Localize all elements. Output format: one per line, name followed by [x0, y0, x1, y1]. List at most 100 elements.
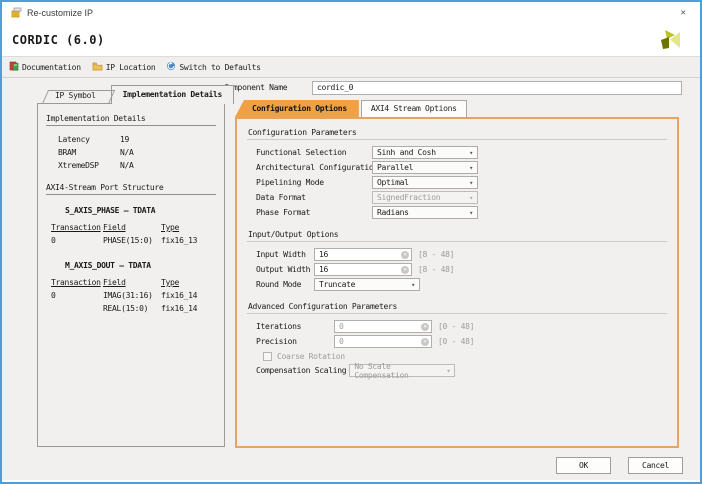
customization-area: Component Name Configuration Options AXI…	[224, 80, 682, 448]
main-area: IP Symbol Implementation Details Impleme…	[2, 78, 700, 480]
detail-label: Latency	[58, 135, 120, 144]
chevron-down-icon	[469, 193, 473, 202]
ip-block-icon	[11, 7, 22, 20]
table-cell: fix16_14	[161, 291, 223, 300]
round-mode-select[interactable]: Truncate	[314, 278, 420, 291]
cancel-button-label: Cancel	[642, 461, 669, 470]
table-cell: REAL(15:0)	[103, 304, 161, 313]
tab-ip-symbol-label: IP Symbol	[55, 91, 96, 100]
component-name-row: Component Name	[224, 80, 682, 95]
field-pipelining-mode: Pipelining Mode Optimal	[247, 175, 667, 190]
chevron-down-icon	[469, 163, 473, 172]
tab-ip-symbol[interactable]: IP Symbol	[40, 87, 111, 104]
detail-row-xtremedsp: XtremeDSP N/A	[38, 159, 224, 172]
iterations-range: [0 - 48]	[438, 322, 474, 331]
coarse-rotation-checkbox	[263, 352, 272, 361]
ok-button-label: OK	[579, 461, 588, 470]
field-iterations: Iterations [0 - 48]	[247, 319, 667, 334]
s-axis-phase-table: Transaction Field Type 0 PHASE(15:0) fix…	[51, 223, 224, 245]
field-label: Functional Selection	[256, 148, 372, 157]
close-icon[interactable]	[675, 5, 691, 21]
coarse-rotation-label: Coarse Rotation	[277, 352, 345, 361]
phase-format-select[interactable]: Radians	[372, 206, 478, 219]
detail-row-bram: BRAM N/A	[38, 146, 224, 159]
ip-location-label: IP Location	[106, 63, 156, 72]
tab-axi4-stream-options[interactable]: AXI4 Stream Options	[361, 100, 467, 117]
table-cell: PHASE(15:0)	[103, 236, 161, 245]
table-cell: IMAG(31:16)	[103, 291, 161, 300]
m-axis-dout-table: Transaction Field Type 0 IMAG(31:16) fix…	[51, 278, 224, 313]
field-label: Phase Format	[256, 208, 372, 217]
select-value: Radians	[377, 208, 409, 217]
io-options-heading: Input/Output Options	[247, 227, 667, 242]
precision-range: [0 - 48]	[438, 337, 474, 346]
title-bar: Re-customize IP	[2, 2, 700, 24]
port-structure-heading: AXI4-Stream Port Structure	[46, 183, 216, 195]
ok-button[interactable]: OK	[556, 457, 611, 474]
clear-icon	[421, 323, 429, 331]
iterations-field-wrap	[334, 320, 432, 333]
advanced-parameters-heading: Advanced Configuration Parameters	[247, 299, 667, 314]
folder-icon	[92, 62, 103, 73]
functional-selection-select[interactable]: Sinh and Cosh	[372, 146, 478, 159]
page-title: CORDIC (6.0)	[12, 33, 105, 47]
table-cell: 0	[51, 236, 103, 245]
tab-axi4-stream-options-label: AXI4 Stream Options	[371, 104, 457, 113]
detail-label: XtremeDSP	[58, 161, 120, 170]
component-name-input[interactable]	[312, 81, 682, 95]
detail-value: 19	[120, 135, 129, 144]
input-width-field-wrap	[314, 248, 412, 261]
implementation-details-panel: Implementation Details Latency 19 BRAM N…	[37, 103, 225, 447]
toolbar: Documentation IP Location Switch to Defa…	[2, 56, 700, 78]
iterations-input	[339, 322, 421, 331]
window-title: Re-customize IP	[27, 8, 93, 18]
cancel-button[interactable]: Cancel	[628, 457, 683, 474]
precision-field-wrap	[334, 335, 432, 348]
column-header: Transaction	[51, 278, 103, 287]
recustomize-ip-dialog: Re-customize IP CORDIC (6.0) Documentati…	[0, 0, 702, 484]
tab-implementation-details[interactable]: Implementation Details	[111, 85, 234, 104]
detail-row-latency: Latency 19	[38, 133, 224, 146]
pipelining-mode-select[interactable]: Optimal	[372, 176, 478, 189]
field-compensation-scaling: Compensation Scaling No Scale Compensati…	[247, 363, 667, 378]
output-width-input[interactable]	[319, 265, 401, 274]
documentation-button[interactable]: Documentation	[9, 61, 81, 73]
column-header: Transaction	[51, 223, 103, 232]
input-width-input[interactable]	[319, 250, 401, 259]
architectural-configuration-select[interactable]: Parallel	[372, 161, 478, 174]
left-tab-bar: IP Symbol Implementation Details	[40, 83, 234, 104]
field-label: Round Mode	[256, 280, 314, 289]
field-precision: Precision [0 - 48]	[247, 334, 667, 349]
switch-to-defaults-button[interactable]: Switch to Defaults	[166, 61, 260, 73]
data-format-select: SignedFraction	[372, 191, 478, 204]
precision-input	[339, 337, 421, 346]
clear-icon[interactable]	[401, 266, 409, 274]
chevron-down-icon	[446, 366, 450, 375]
table-cell	[51, 304, 103, 313]
input-width-range: [8 - 48]	[418, 250, 454, 259]
compensation-scaling-select: No Scale Compensation	[349, 364, 455, 377]
field-input-width: Input Width [8 - 48]	[247, 247, 667, 262]
output-width-field-wrap	[314, 263, 412, 276]
table-cell: 0	[51, 291, 103, 300]
field-label: Iterations	[256, 322, 334, 331]
select-value: Parallel	[377, 163, 413, 172]
field-phase-format: Phase Format Radians	[247, 205, 667, 220]
chevron-down-icon	[411, 280, 415, 289]
tab-configuration-options[interactable]: Configuration Options	[235, 100, 359, 117]
field-output-width: Output Width [8 - 48]	[247, 262, 667, 277]
chevron-down-icon	[469, 178, 473, 187]
detail-label: BRAM	[58, 148, 120, 157]
ip-location-button[interactable]: IP Location	[92, 62, 156, 73]
ip-header: CORDIC (6.0)	[2, 24, 700, 56]
select-value: No Scale Compensation	[354, 362, 446, 380]
select-value: Truncate	[319, 280, 355, 289]
chevron-down-icon	[469, 148, 473, 157]
clear-icon[interactable]	[401, 251, 409, 259]
table-cell: fix16_13	[161, 236, 223, 245]
tab-implementation-details-label: Implementation Details	[123, 90, 222, 99]
refresh-icon	[166, 61, 176, 73]
field-label: Output Width	[256, 265, 314, 274]
tab-configuration-options-label: Configuration Options	[252, 104, 347, 113]
detail-value: N/A	[120, 148, 134, 157]
